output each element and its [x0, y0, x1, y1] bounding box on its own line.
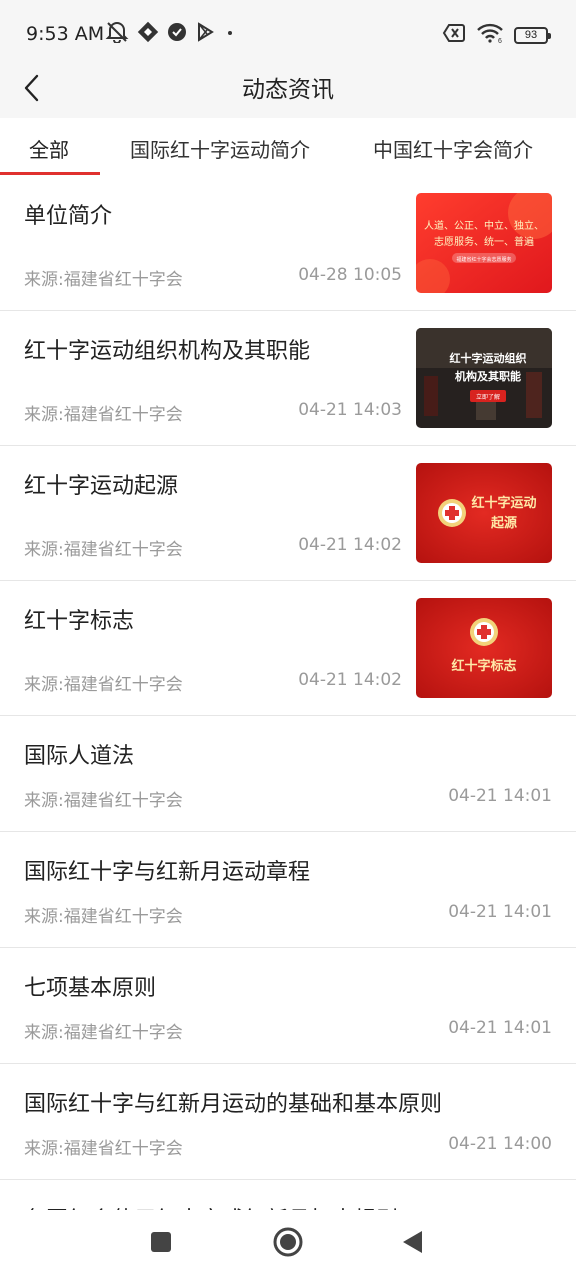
article-title: 国际人道法 [24, 744, 135, 769]
article-time: 04-21 14:03 [298, 400, 402, 420]
category-tabs: 全部 国际红十字运动简介 中国红十字会简介 [0, 118, 576, 176]
play-store-icon [195, 22, 215, 46]
check-badge-icon [167, 22, 187, 46]
article-title: 红十字标志 [24, 609, 135, 634]
article-thumbnail: 人道、公正、中立、独立、 志愿服务、统一、普遍 福建省红十字会志愿服务 [416, 193, 552, 293]
article-source: 来源:福建省红十字会 [24, 1139, 183, 1159]
thumb-caption: 立即了解 [476, 393, 500, 401]
article-source: 来源:福建省红十字会 [24, 540, 183, 560]
article-title: 各国红会使用红十字或红新月标志规则 [24, 1202, 398, 1210]
article-time: 04-21 14:02 [298, 670, 402, 690]
list-item[interactable]: 单位简介 来源:福建省红十字会 04-28 10:05 人道、公正、中立、独立、… [0, 176, 576, 311]
article-source: 来源:福建省红十字会 [24, 791, 183, 811]
list-item[interactable]: 国际人道法 来源:福建省红十字会 04-21 14:01 [0, 716, 576, 832]
article-source: 来源:福建省红十字会 [24, 675, 183, 695]
thumb-caption: 福建省红十字会志愿服务 [456, 256, 511, 263]
wifi-icon: 6 [476, 22, 504, 48]
app-icon [137, 21, 159, 47]
tab-all[interactable]: 全部 [29, 134, 69, 163]
system-status-icons: 6 93 [442, 22, 551, 48]
article-source: 来源:福建省红十字会 [24, 405, 183, 425]
battery-icon: 93 [514, 26, 551, 44]
nav-back-button[interactable] [392, 1224, 432, 1264]
thumb-text: 红十字运动 [471, 495, 536, 511]
thumb-text: 红十字运动组织 [450, 351, 527, 365]
recents-square-icon [149, 1230, 173, 1258]
list-item[interactable]: 红十字标志 来源:福建省红十字会 04-21 14:02 红十字标志 [0, 581, 576, 716]
article-source: 来源:福建省红十字会 [24, 270, 183, 290]
article-title: 国际红十字与红新月运动的基础和基本原则 [24, 1092, 443, 1117]
svg-text:6: 6 [498, 38, 502, 44]
tab-china-red-cross[interactable]: 中国红十字会简介 [373, 134, 533, 163]
article-thumbnail: 红十字运动组织 机构及其职能 立即了解 [416, 328, 552, 428]
article-time: 04-28 10:05 [298, 265, 402, 285]
article-time: 04-21 14:01 [448, 786, 552, 806]
notification-icons [105, 21, 237, 47]
thumb-text: 红十字标志 [451, 658, 516, 674]
list-item[interactable]: 国际红十字与红新月运动的基础和基本原则 来源:福建省红十字会 04-21 14:… [0, 1064, 576, 1180]
article-list: 单位简介 来源:福建省红十字会 04-28 10:05 人道、公正、中立、独立、… [0, 176, 576, 1210]
article-time: 04-21 14:02 [298, 535, 402, 555]
article-title: 红十字运动组织机构及其职能 [24, 339, 311, 364]
article-time: 04-21 14:01 [448, 1018, 552, 1038]
header: 动态资讯 [0, 66, 576, 118]
list-item[interactable]: 红十字运动组织机构及其职能 来源:福建省红十字会 04-21 14:03 红十字… [0, 311, 576, 446]
status-bar: 9:53 AM 6 93 [0, 0, 576, 66]
article-source: 来源:福建省红十字会 [24, 1023, 183, 1043]
thumb-text: 人道、公正、中立、独立、 [424, 219, 544, 232]
article-title: 国际红十字与红新月运动章程 [24, 860, 311, 885]
list-item[interactable]: 红十字运动起源 来源:福建省红十字会 04-21 14:02 红十字运动 起源 [0, 446, 576, 581]
tab-international-red-cross[interactable]: 国际红十字运动简介 [130, 134, 310, 163]
article-title: 七项基本原则 [24, 976, 157, 1001]
active-tab-indicator [0, 172, 100, 175]
article-thumbnail: 红十字标志 [416, 598, 552, 698]
list-item[interactable]: 七项基本原则 来源:福建省红十字会 04-21 14:01 [0, 948, 576, 1064]
thumb-text: 起源 [490, 515, 517, 531]
article-time: 04-21 14:01 [448, 902, 552, 922]
article-title: 单位简介 [24, 204, 113, 229]
back-triangle-icon [400, 1229, 424, 1259]
article-time: 04-21 14:00 [448, 1134, 552, 1154]
status-time: 9:53 AM [26, 23, 105, 45]
home-circle-icon [272, 1226, 304, 1262]
system-navigation-bar [0, 1210, 576, 1280]
list-item[interactable]: 各国红会使用红十字或红新月标志规则 [0, 1180, 576, 1210]
article-title: 红十字运动起源 [24, 474, 179, 499]
mute-icon [105, 21, 129, 47]
thumb-text: 志愿服务、统一、普遍 [434, 235, 534, 248]
article-source: 来源:福建省红十字会 [24, 907, 183, 927]
recents-button[interactable] [141, 1224, 181, 1264]
thumb-text: 机构及其职能 [455, 369, 521, 383]
article-thumbnail: 红十字运动 起源 [416, 463, 552, 563]
dot-icon [223, 25, 237, 44]
page-title: 动态资讯 [242, 77, 334, 103]
no-sim-icon [442, 23, 466, 47]
list-item[interactable]: 国际红十字与红新月运动章程 来源:福建省红十字会 04-21 14:01 [0, 832, 576, 948]
home-button[interactable] [268, 1224, 308, 1264]
